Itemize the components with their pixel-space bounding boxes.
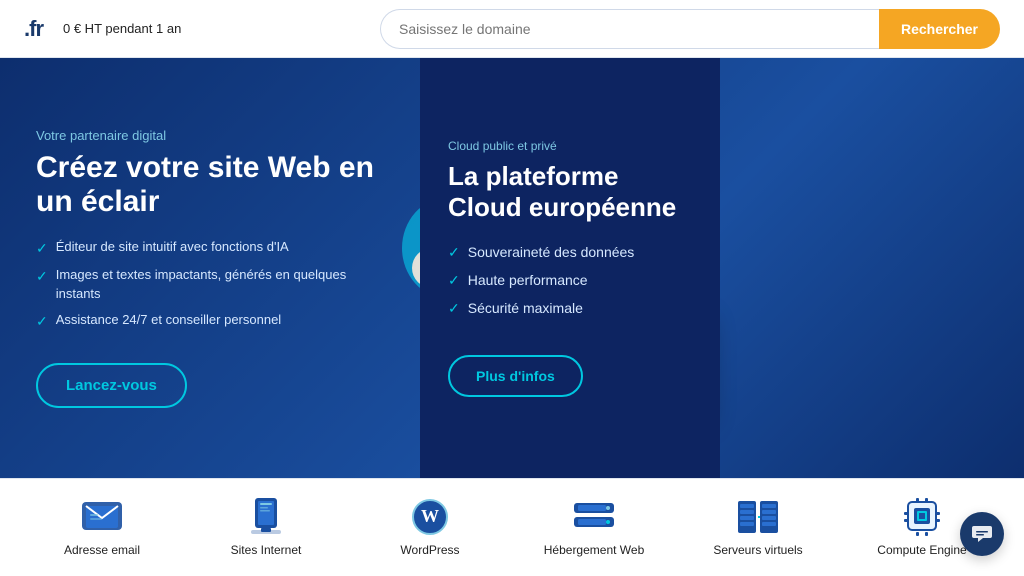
chat-bubble[interactable] — [960, 512, 1004, 556]
nav-label-servers: Serveurs virtuels — [713, 543, 802, 557]
wordpress-icon: W — [408, 499, 452, 535]
nav-item-wordpress[interactable]: W WordPress — [348, 489, 512, 567]
nav-item-servers[interactable]: Serveurs virtuels — [676, 489, 840, 567]
check-icon-cloud-1: ✓ — [448, 244, 460, 261]
cloud-feature-1: ✓ Souveraineté des données — [448, 243, 692, 261]
server-icon — [736, 499, 780, 535]
email-icon — [80, 499, 124, 535]
hero-right-features-list: ✓ Souveraineté des données ✓ Haute perfo… — [448, 243, 692, 327]
search-input[interactable] — [380, 9, 879, 49]
nav-item-sites[interactable]: Sites Internet — [184, 489, 348, 567]
nav-item-hosting[interactable]: Hébergement Web — [512, 489, 676, 567]
check-icon-3: ✓ — [36, 312, 48, 332]
promo-text: 0 € HT pendant 1 an — [63, 21, 181, 36]
hero-cta-button[interactable]: Lancez-vous — [36, 363, 187, 408]
nav-item-email[interactable]: Adresse email — [20, 489, 184, 567]
compute-icon — [900, 499, 944, 535]
nav-label-email: Adresse email — [64, 543, 140, 557]
hosting-icon — [572, 499, 616, 535]
search-button[interactable]: Rechercher — [879, 9, 1000, 49]
logo: .fr — [24, 16, 43, 42]
svg-text:W: W — [421, 506, 439, 526]
chat-icon — [971, 523, 993, 545]
top-bar: .fr 0 € HT pendant 1 an Rechercher — [0, 0, 1024, 58]
cloud-feature-2: ✓ Haute performance — [448, 271, 692, 289]
cloud-cta-button[interactable]: Plus d'infos — [448, 355, 583, 397]
check-icon-cloud-3: ✓ — [448, 300, 460, 317]
check-icon-cloud-2: ✓ — [448, 272, 460, 289]
nav-label-compute: Compute Engine — [877, 543, 966, 557]
nav-label-wordpress: WordPress — [400, 543, 459, 557]
check-icon-2: ✓ — [36, 267, 48, 287]
hero-right-panel: Cloud public et privé La plateforme Clou… — [420, 58, 720, 478]
nav-label-sites: Sites Internet — [231, 543, 302, 557]
search-bar: Rechercher — [380, 9, 1000, 49]
sites-icon — [244, 499, 288, 535]
bottom-nav: Adresse email Sites Internet W Word — [0, 478, 1024, 576]
hero-section: Votre partenaire digital Créez votre sit… — [0, 58, 1024, 478]
check-icon-1: ✓ — [36, 239, 48, 259]
cloud-feature-3: ✓ Sécurité maximale — [448, 299, 692, 317]
hero-right-title: La plateforme Cloud européenne — [448, 161, 692, 223]
nav-label-hosting: Hébergement Web — [544, 543, 645, 557]
hero-right-subtitle: Cloud public et privé — [448, 139, 692, 153]
